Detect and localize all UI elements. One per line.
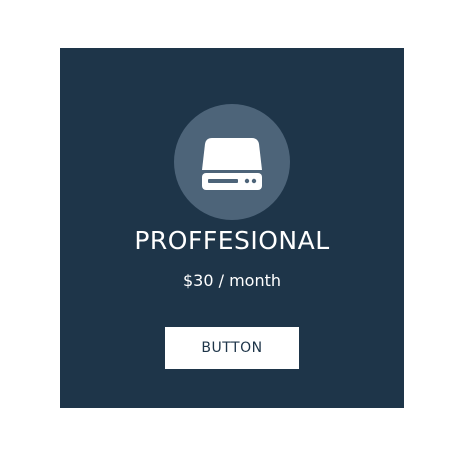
icon-circle <box>174 104 290 220</box>
hard-drive-icon <box>202 138 262 190</box>
plan-price: $30 / month <box>182 271 282 290</box>
plan-button[interactable]: BUTTON <box>165 327 299 369</box>
pricing-card: PROFFESIONAL $30 / month BUTTON <box>60 48 404 408</box>
plan-title: PROFFESIONAL <box>134 226 330 255</box>
